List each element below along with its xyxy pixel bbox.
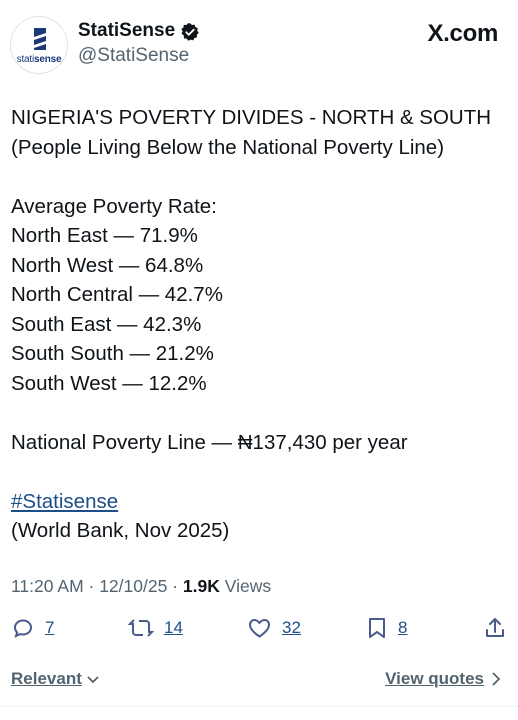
post-meta: 11:20 AM · 12/10/25 · 1.9K Views: [11, 576, 272, 596]
view-quotes-label: View quotes: [385, 669, 484, 688]
author-display-name[interactable]: StatiSense: [78, 20, 175, 42]
share-button[interactable]: [483, 616, 507, 640]
post-time[interactable]: 11:20 AM: [11, 576, 84, 596]
bookmark-button[interactable]: 8: [366, 616, 407, 640]
reply-icon: [13, 619, 33, 638]
poverty-line-text: National Poverty Line — ₦137,430 per yea…: [11, 430, 408, 454]
post-subtitle-line: (People Living Below the National Povert…: [11, 135, 445, 159]
view-quotes-link[interactable]: View quotes: [385, 669, 502, 689]
sort-label: Relevant: [11, 669, 82, 688]
bookmark-icon: [369, 618, 385, 638]
reply-count: 7: [45, 618, 55, 637]
region-line: South West — 12.2%: [11, 371, 207, 395]
chevron-down-icon: [87, 676, 99, 684]
post-body: NIGERIA'S POVERTY DIVIDES - NORTH & SOUT…: [11, 103, 511, 546]
author-handle[interactable]: @StatiSense: [78, 45, 189, 67]
post-date[interactable]: 12/10/25: [99, 576, 167, 596]
bookmark-count: 8: [398, 618, 408, 637]
region-line: South South — 21.2%: [11, 342, 214, 365]
region-line: North Central — 42.7%: [11, 283, 223, 306]
avatar-brand-text: statisense: [16, 54, 62, 65]
repost-button[interactable]: 14: [128, 616, 183, 640]
views-label: Views: [224, 576, 272, 596]
site-watermark: X.com: [427, 20, 498, 47]
region-line: North West — 64.8%: [11, 253, 204, 277]
divider: [0, 706, 518, 707]
reply-button[interactable]: 7: [11, 616, 54, 640]
sort-relevant-button[interactable]: Relevant: [11, 669, 100, 689]
source-text: (World Bank, Nov 2025): [11, 519, 230, 542]
like-button[interactable]: 32: [247, 616, 301, 640]
repost-icon: [128, 619, 154, 637]
post-title-line: NIGERIA'S POVERTY DIVIDES - NORTH & SOUT…: [11, 106, 492, 129]
statisense-logo-icon: [34, 28, 46, 50]
region-line: North East — 71.9%: [11, 224, 198, 247]
hashtag-link[interactable]: #Statisense: [11, 490, 118, 513]
repost-count: 14: [164, 618, 183, 637]
chevron-right-icon: [492, 672, 501, 686]
like-icon: [248, 618, 271, 638]
region-line: South East — 42.3%: [11, 312, 202, 336]
author-avatar[interactable]: statisense: [10, 16, 68, 74]
like-count: 32: [282, 618, 301, 637]
section-label: Average Poverty Rate:: [11, 194, 217, 218]
views-count: 1.9K: [182, 576, 220, 596]
verified-badge-icon: [181, 23, 199, 41]
share-icon: [486, 618, 504, 637]
